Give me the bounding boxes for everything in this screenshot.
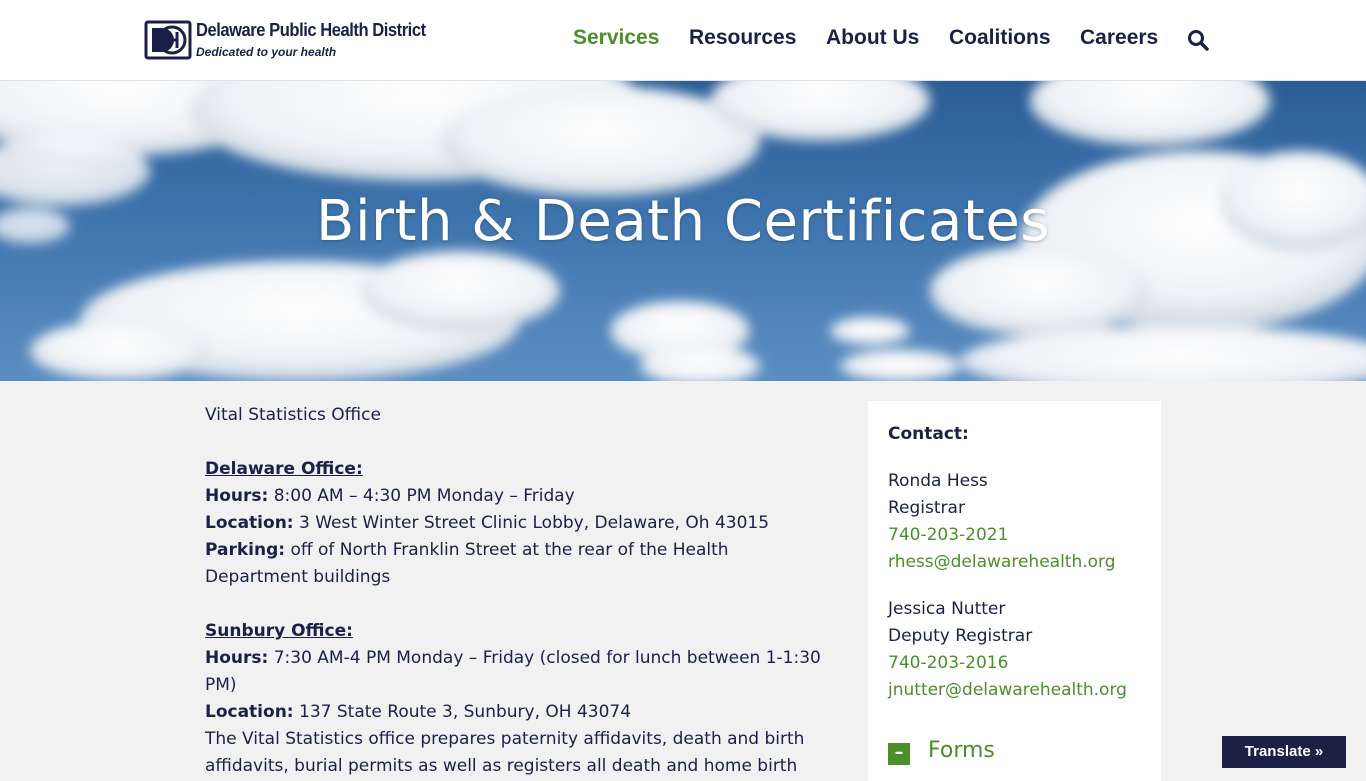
site-header: Delaware Public Health District Dedicate… [0, 0, 1366, 81]
contact-sidebar: Contact: Ronda Hess Registrar 740-203-20… [868, 401, 1161, 781]
intro-text: Vital Statistics Office [205, 405, 381, 425]
location-label: Location: [205, 513, 294, 533]
nav-resources[interactable]: Resources [689, 26, 796, 50]
sunbury-office-heading: Sunbury Office: [205, 621, 353, 641]
description-text: The Vital Statistics office prepares pat… [205, 729, 805, 776]
contact-name: Ronda Hess [888, 471, 988, 491]
contact-name: Jessica Nutter [888, 599, 1006, 619]
page-title: Birth & Death Certificates [316, 189, 1050, 254]
contact-email-link[interactable]: jnutter@delawarehealth.org [888, 677, 1127, 704]
nav-services[interactable]: Services [573, 26, 659, 50]
site-logo[interactable]: Delaware Public Health District Dedicate… [144, 18, 426, 62]
forms-accordion-label[interactable]: Forms [928, 738, 995, 763]
logo-tagline: Dedicated to your health [196, 45, 337, 59]
location-value: 3 West Winter Street Clinic Lobby, Delaw… [293, 513, 770, 533]
contact-title: Deputy Registrar [888, 626, 1033, 646]
hours-value: 7:30 AM-4 PM Monday – Friday (closed for… [205, 648, 821, 695]
location-value: 137 State Route 3, Sunbury, OH 43074 [293, 702, 632, 722]
contact-email-link[interactable]: rhess@delawarehealth.org [888, 549, 1127, 576]
contact-phone-link[interactable]: 740-203-2021 [888, 522, 1127, 549]
logo-name: Delaware Public Health District [196, 20, 426, 40]
hours-label: Hours: [205, 648, 269, 668]
hours-value: 8:00 AM – 4:30 PM Monday – Friday [268, 486, 575, 506]
contact-heading: Contact: [888, 424, 969, 444]
collapse-toggle-icon[interactable]: – [888, 743, 910, 765]
hero-banner: Birth & Death Certificates [0, 81, 1366, 381]
main-content: Vital Statistics Office Delaware Office:… [205, 402, 830, 780]
dph-logo-icon [144, 20, 192, 60]
contact-title: Registrar [888, 498, 965, 518]
delaware-office-heading: Delaware Office: [205, 459, 363, 479]
nav-coalitions[interactable]: Coalitions [949, 26, 1051, 50]
location-label: Location: [205, 702, 294, 722]
nav-about-us[interactable]: About Us [826, 26, 919, 50]
contact-phone-link[interactable]: 740-203-2016 [888, 650, 1127, 677]
search-icon[interactable] [1187, 29, 1209, 51]
parking-label: Parking: [205, 540, 286, 560]
nav-careers[interactable]: Careers [1080, 26, 1158, 50]
hours-label: Hours: [205, 486, 269, 506]
translate-button[interactable]: Translate » [1222, 736, 1346, 768]
